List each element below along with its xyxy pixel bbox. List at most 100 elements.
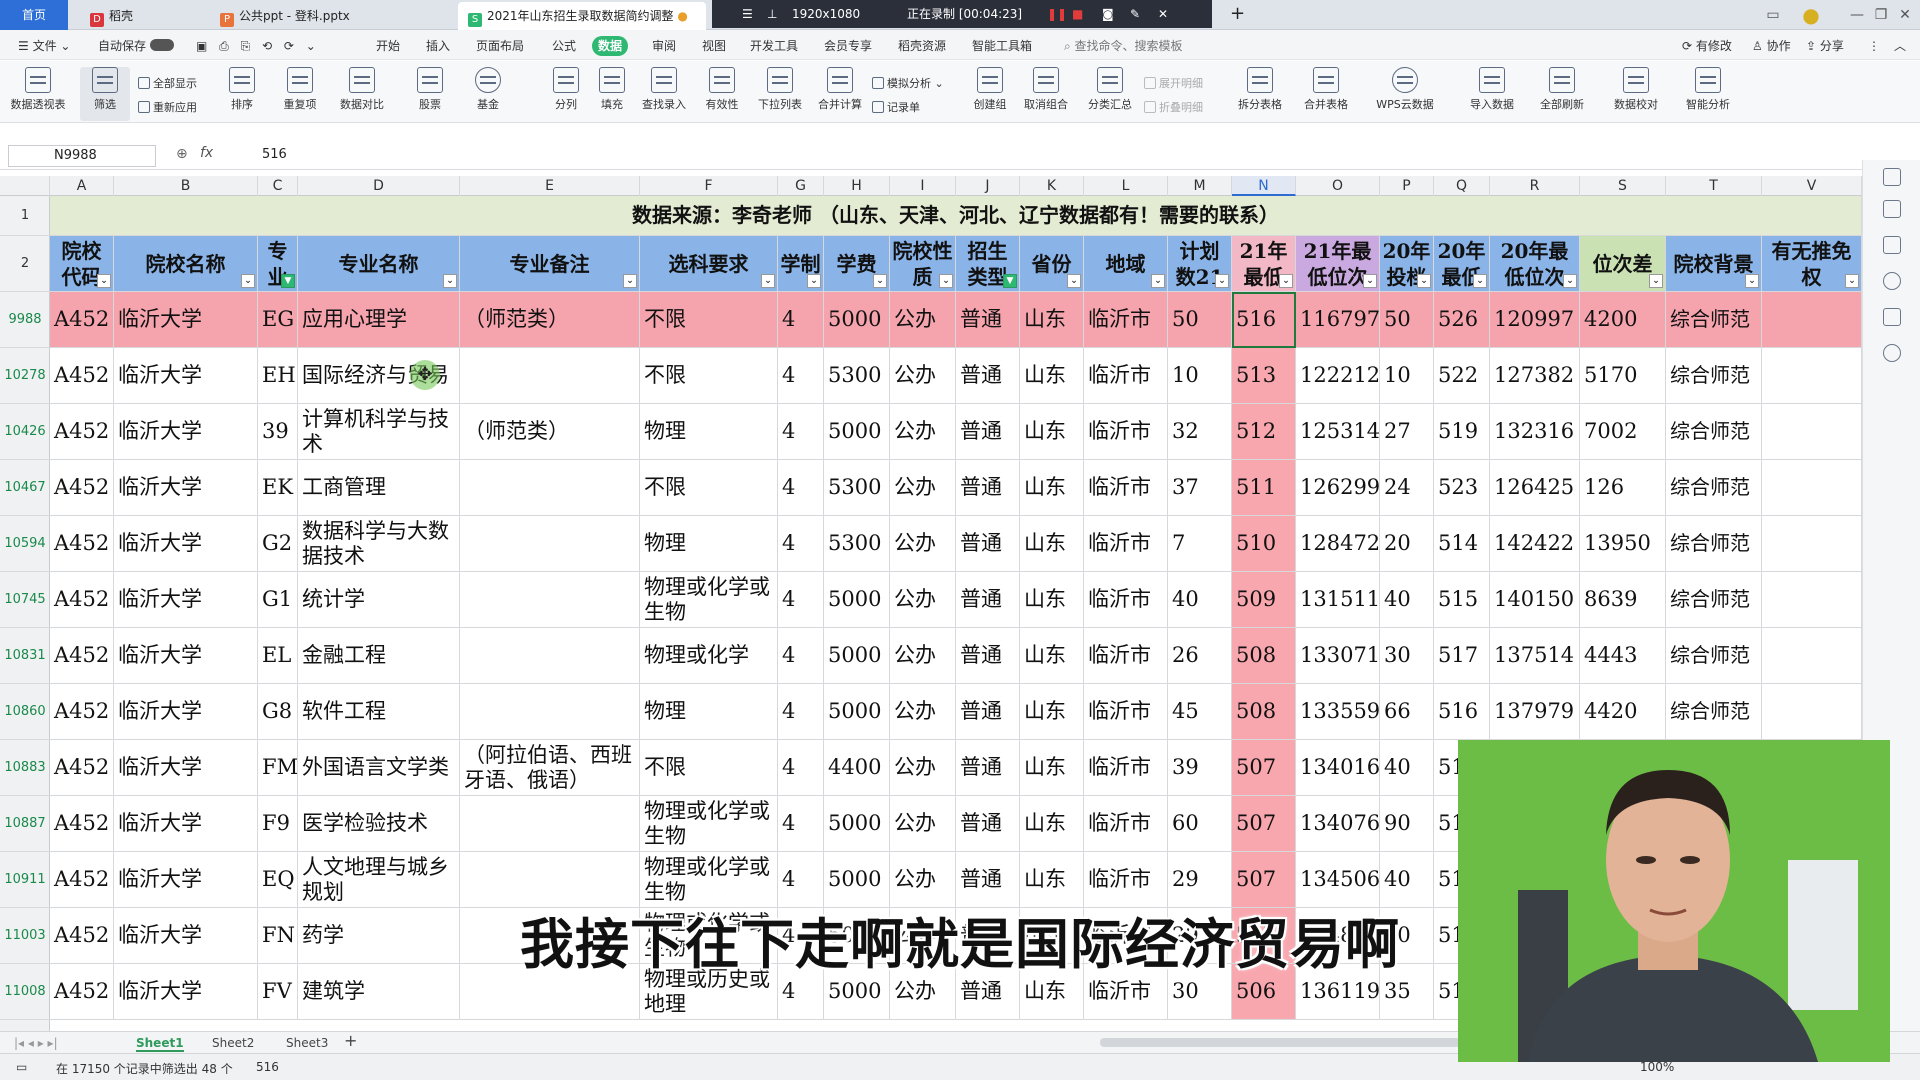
table-cell[interactable]: 5000 [824,628,890,684]
subtotal-button[interactable]: 分类汇总 [1082,67,1138,121]
row-header[interactable]: 10594 [0,516,50,572]
table-cell[interactable]: 5300 [824,460,890,516]
split-table-button[interactable]: 拆分表格 [1232,67,1288,121]
filter-dropdown-icon[interactable]: ⌄ [939,274,953,288]
table-cell[interactable]: 4200 [1580,292,1666,348]
what-if-button[interactable]: 模拟分析 ⌄ [872,75,944,91]
table-cell[interactable]: 金融工程 [298,628,460,684]
table-cell[interactable]: A452 [50,516,114,572]
table-cell[interactable]: 公办 [890,516,956,572]
table-cell[interactable]: 综合师范 [1666,292,1762,348]
table-cell[interactable]: 普通 [956,516,1020,572]
row-header[interactable]: 11003 [0,908,50,964]
table-cell[interactable]: 517 [1434,628,1490,684]
table-cell[interactable]: 122212 [1296,348,1380,404]
row-header[interactable]: 11008 [0,964,50,1020]
table-cell[interactable]: 临沂大学 [114,796,258,852]
table-cell[interactable]: 数据科学与大数据技术 [298,516,460,572]
table-cell[interactable]: 26 [1168,628,1232,684]
table-cell[interactable]: 临沂大学 [114,628,258,684]
table-cell[interactable]: 507 [1232,740,1296,796]
table-cell[interactable]: 综合师范 [1666,460,1762,516]
menu-file[interactable]: ☰ 文件 ⌄ [12,36,76,56]
table-cell[interactable]: 126425 [1490,460,1580,516]
column-header-a[interactable]: A [50,176,114,196]
table-cell[interactable]: 4 [778,628,824,684]
quick-access-icons[interactable]: ▣ ⎙ ⎘ ⟲ ⟳ ⌄ [190,36,326,56]
table-cell[interactable] [1762,684,1862,740]
table-cell[interactable]: 临沂市 [1084,516,1168,572]
table-cell[interactable]: 120997 [1490,292,1580,348]
column-header-d[interactable]: D [298,176,460,196]
table-cell[interactable]: 133559 [1296,684,1380,740]
table-cell[interactable]: 临沂大学 [114,852,258,908]
table-cell[interactable] [460,572,640,628]
first-sheet-icon[interactable]: |◂ ◂ ▸ ▸| [14,1034,58,1052]
table-cell[interactable]: 90 [1380,796,1434,852]
table-cell[interactable]: 140150 [1490,572,1580,628]
menu-member[interactable]: 会员专享 [818,36,878,56]
sheet-tab-2[interactable]: Sheet2 [212,1034,254,1052]
table-cell[interactable]: 50 [1168,292,1232,348]
table-cell[interactable]: 133071 [1296,628,1380,684]
table-cell[interactable]: 临沂市 [1084,740,1168,796]
column-header-c[interactable]: C [258,176,298,196]
table-cell[interactable]: 132316 [1490,404,1580,460]
table-cell[interactable]: 物理或化学或生物 [640,572,778,628]
table-cell[interactable]: 4 [778,292,824,348]
select-pointer-icon[interactable] [1883,168,1901,186]
table-cell[interactable]: 物理 [640,684,778,740]
table-cell[interactable]: G1 [258,572,298,628]
column-header-n[interactable]: N [1232,176,1296,196]
table-cell[interactable]: （师范类） [460,404,640,460]
table-cell[interactable]: 公办 [890,572,956,628]
add-sheet-icon[interactable]: + [344,1032,357,1050]
table-cell[interactable]: F9 [258,796,298,852]
table-cell[interactable]: 134076 [1296,796,1380,852]
table-cell[interactable]: A452 [50,628,114,684]
table-cell[interactable]: 人文地理与城乡规划 [298,852,460,908]
table-cell[interactable] [460,348,640,404]
table-cell[interactable]: （阿拉伯语、西班牙语、俄语） [460,740,640,796]
table-cell[interactable]: 39 [258,404,298,460]
column-header-v[interactable]: V [1762,176,1862,196]
column-header-q[interactable]: Q [1434,176,1490,196]
table-cell[interactable] [1762,628,1862,684]
tab-spreadsheet[interactable]: S 2021年山东招生录取数据简约调整 ● [458,2,706,30]
menu-formula[interactable]: 公式 [546,36,582,56]
table-cell[interactable]: 山东 [1020,348,1084,404]
expand-detail-button[interactable]: 展开明细 [1144,75,1203,91]
collaborate-button[interactable]: ♙ 协作 [1746,36,1797,56]
table-cell[interactable]: 509 [1232,572,1296,628]
table-cell[interactable]: 山东 [1020,572,1084,628]
sort-button[interactable]: 排序 [214,67,270,121]
table-cell[interactable]: 普通 [956,796,1020,852]
table-cell[interactable]: 27 [1380,404,1434,460]
command-search[interactable]: ⌕ 查找命令、搜索模板 [1058,36,1189,56]
table-cell[interactable]: 不限 [640,460,778,516]
filter-dropdown-icon[interactable]: ⌄ [1649,274,1663,288]
tab-home[interactable]: 首页 [0,0,68,30]
table-cell[interactable]: 药学 [298,908,460,964]
table-cell[interactable]: 508 [1232,684,1296,740]
row-header[interactable]: 10426 [0,404,50,460]
table-cell[interactable]: A452 [50,908,114,964]
table-cell[interactable]: 山东 [1020,460,1084,516]
table-cell[interactable]: 4 [778,516,824,572]
pen-icon[interactable]: ✎ [1130,0,1140,28]
table-cell[interactable]: 应用心理学 [298,292,460,348]
validation-button[interactable]: 有效性 [694,67,750,121]
merge-table-button[interactable]: 合并表格 [1298,67,1354,121]
data-proofread-button[interactable]: 数据校对 [1608,67,1664,121]
filter-dropdown-icon[interactable]: ⌄ [761,274,775,288]
avatar[interactable]: ● [1796,0,1826,30]
table-cell[interactable]: A452 [50,292,114,348]
table-cell[interactable]: 物理或化学 [640,628,778,684]
table-cell[interactable]: 10 [1380,348,1434,404]
table-cell[interactable]: 临沂大学 [114,740,258,796]
share-button[interactable]: ⇪ 分享 [1800,36,1850,56]
duplicates-button[interactable]: 重复项 [272,67,328,121]
table-cell[interactable]: 临沂大学 [114,572,258,628]
column-header-s[interactable]: S [1580,176,1666,196]
collapse-ribbon-icon[interactable]: ︿ [1888,36,1912,56]
